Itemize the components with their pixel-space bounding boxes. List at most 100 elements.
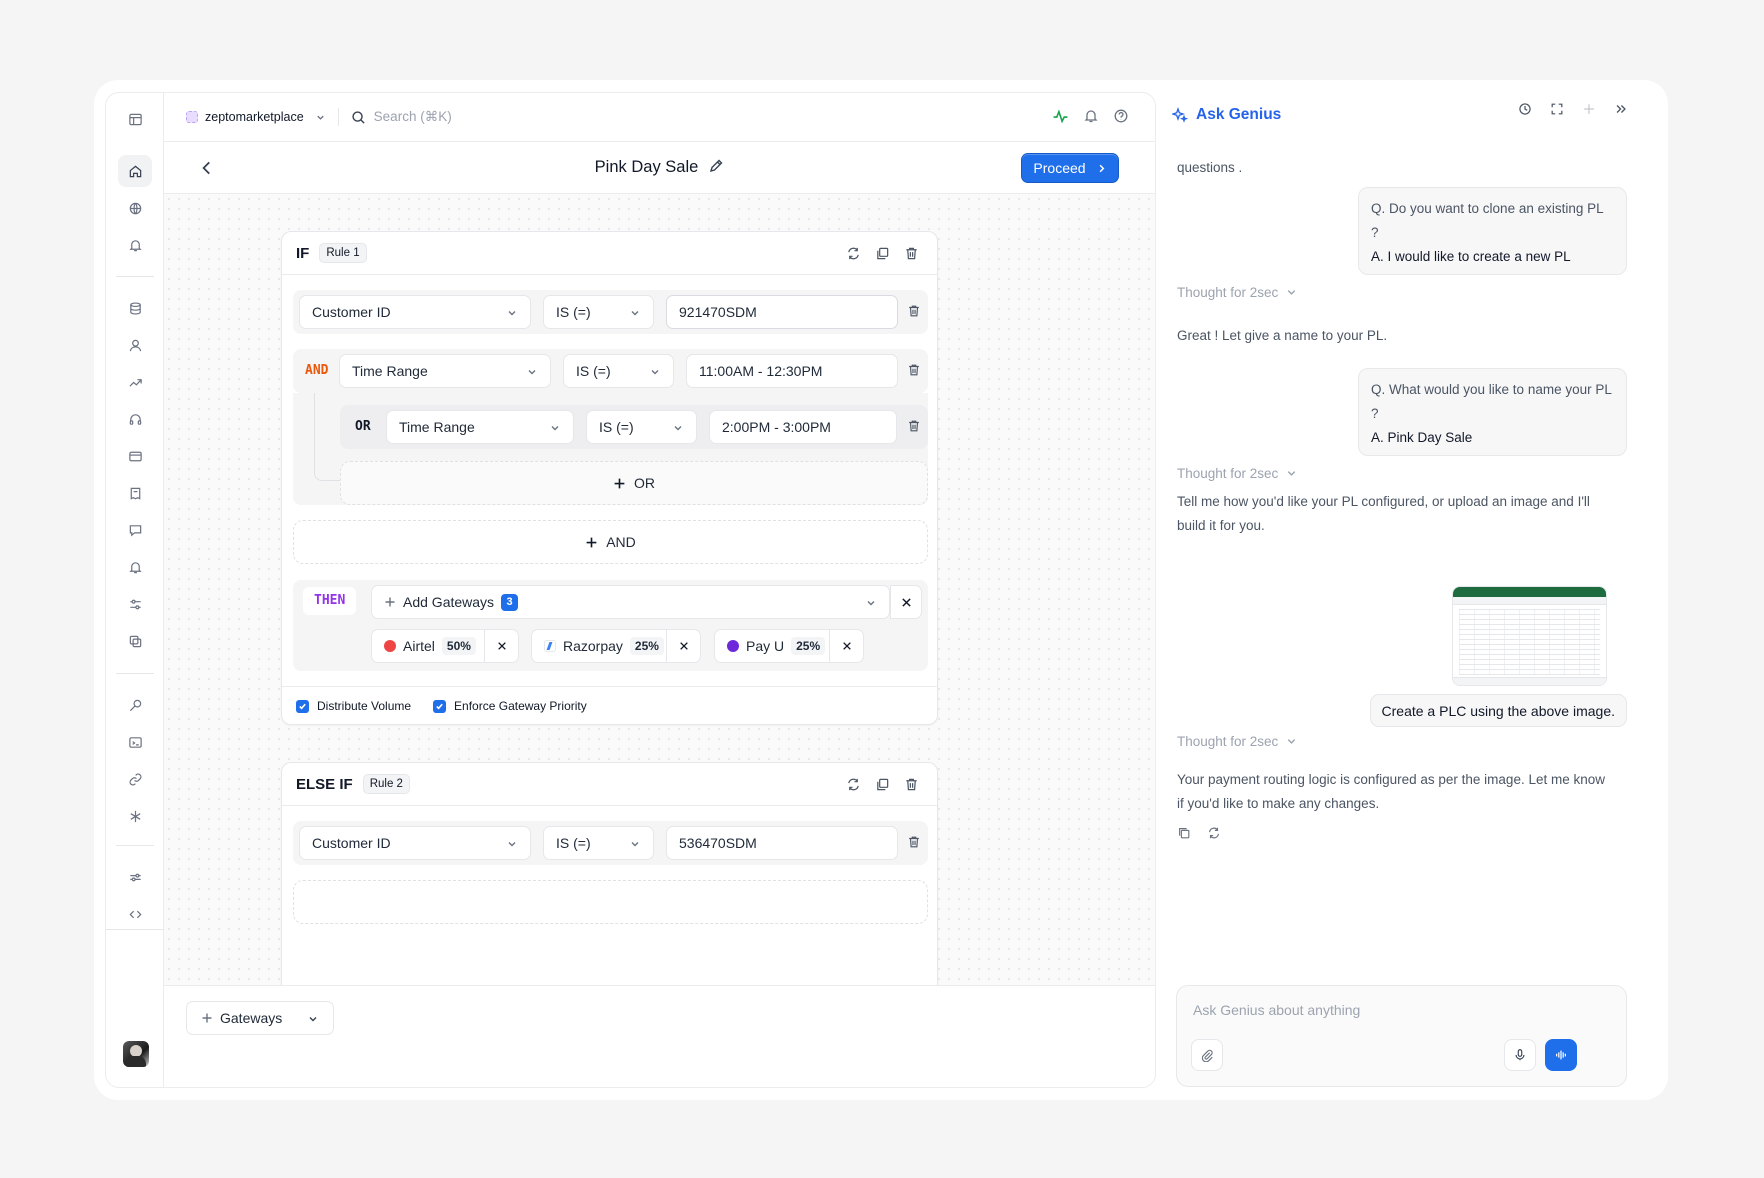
value-input[interactable]: 11:00AM - 12:30PM bbox=[686, 354, 898, 388]
ask-genius-panel: Ask Genius questions . Q. Do you want to… bbox=[1156, 80, 1668, 1100]
proceed-button[interactable]: Proceed bbox=[1021, 153, 1119, 183]
sliders-icon[interactable] bbox=[118, 588, 152, 620]
divider bbox=[337, 108, 339, 126]
regenerate-icon[interactable] bbox=[1207, 826, 1221, 840]
bell-icon[interactable] bbox=[118, 229, 152, 261]
value-text: 921470SDM bbox=[679, 304, 757, 320]
or-condition-row: OR Time Range IS (=) 2:00PM - 3:00PM bbox=[340, 405, 928, 449]
chevron-down-icon bbox=[1286, 736, 1297, 747]
message-line: build it for you. bbox=[1177, 518, 1265, 533]
edit-pencil-icon[interactable] bbox=[708, 158, 724, 174]
key-search-icon[interactable] bbox=[118, 689, 152, 721]
swap-icon[interactable] bbox=[846, 246, 861, 261]
genius-input[interactable]: Ask Genius about anything bbox=[1193, 1002, 1360, 1018]
help-icon[interactable] bbox=[1113, 108, 1129, 124]
enforce-priority-checkbox[interactable]: Enforce Gateway Priority bbox=[433, 699, 587, 713]
value-input[interactable]: 536470SDM bbox=[666, 826, 898, 860]
settings-toggle-icon[interactable] bbox=[118, 861, 152, 893]
thought-toggle[interactable]: Thought for 2sec bbox=[1177, 734, 1297, 749]
history-icon[interactable] bbox=[1518, 102, 1532, 116]
workspace-switcher[interactable]: zeptomarketplace bbox=[186, 110, 326, 124]
qa-summary-card: Q. What would you like to name your PL ?… bbox=[1358, 368, 1627, 456]
add-or-button[interactable]: OR bbox=[340, 461, 928, 505]
field-select[interactable]: Customer ID bbox=[299, 826, 531, 860]
new-chat-plus-icon[interactable] bbox=[1582, 102, 1596, 116]
home-icon[interactable] bbox=[118, 155, 152, 187]
thought-toggle[interactable]: Thought for 2sec bbox=[1177, 285, 1297, 300]
value-input[interactable]: 2:00PM - 3:00PM bbox=[709, 410, 897, 444]
field-select[interactable]: Time Range bbox=[339, 354, 551, 388]
delete-icon[interactable] bbox=[904, 246, 919, 261]
gateway-chip-razorpay[interactable]: Razorpay 25% bbox=[531, 629, 701, 663]
razorpay-logo-icon bbox=[544, 640, 556, 652]
database-icon[interactable] bbox=[118, 292, 152, 324]
bell-icon[interactable] bbox=[1083, 108, 1099, 124]
operator-select[interactable]: IS (=) bbox=[543, 826, 654, 860]
user-icon[interactable] bbox=[118, 329, 152, 361]
globe-icon[interactable] bbox=[118, 192, 152, 224]
sidebar-divider bbox=[116, 673, 154, 674]
close-icon bbox=[901, 597, 912, 608]
top-bar: zeptomarketplace Search (⌘K) bbox=[164, 93, 1155, 142]
terminal-icon[interactable] bbox=[118, 726, 152, 758]
field-select[interactable]: Time Range bbox=[386, 410, 574, 444]
trend-icon[interactable] bbox=[118, 366, 152, 398]
value-input[interactable]: 921470SDM bbox=[666, 295, 898, 329]
operator-select[interactable]: IS (=) bbox=[543, 295, 654, 329]
gateway-chip-airtel[interactable]: Airtel 50% bbox=[371, 629, 519, 663]
code-icon[interactable] bbox=[118, 898, 152, 930]
gateways-dropdown-button[interactable]: Gateways bbox=[186, 1001, 334, 1035]
microphone-button[interactable] bbox=[1504, 1039, 1536, 1071]
attach-button[interactable] bbox=[1191, 1039, 1223, 1071]
divider bbox=[282, 686, 937, 687]
duplicate-icon[interactable] bbox=[875, 246, 890, 261]
chat-icon[interactable] bbox=[118, 514, 152, 546]
delete-condition-icon[interactable] bbox=[907, 835, 921, 850]
avatar[interactable] bbox=[123, 1041, 149, 1067]
checkbox-label: Enforce Gateway Priority bbox=[454, 699, 587, 713]
remove-gateway-button[interactable] bbox=[666, 630, 700, 662]
layout-icon[interactable] bbox=[118, 103, 152, 135]
activity-icon[interactable] bbox=[1052, 108, 1069, 125]
spreadsheet-grid bbox=[1459, 609, 1600, 675]
notification-icon[interactable] bbox=[118, 551, 152, 583]
add-gateways-select[interactable]: Add Gateways 3 bbox=[371, 585, 890, 619]
search-input[interactable]: Search (⌘K) bbox=[351, 109, 452, 125]
chevron-down-icon bbox=[629, 306, 641, 318]
collapse-panel-icon[interactable] bbox=[1614, 102, 1628, 116]
delete-condition-icon[interactable] bbox=[907, 363, 921, 378]
swap-icon[interactable] bbox=[846, 777, 861, 792]
clear-gateways-button[interactable] bbox=[890, 585, 922, 619]
checkbox-label: Distribute Volume bbox=[317, 699, 412, 713]
delete-condition-icon[interactable] bbox=[907, 419, 921, 434]
copy-stack-icon[interactable] bbox=[118, 625, 152, 657]
gateway-chip-payu[interactable]: Pay U 25% bbox=[714, 629, 864, 663]
add-condition-placeholder[interactable] bbox=[293, 880, 928, 924]
expand-icon[interactable] bbox=[1550, 102, 1564, 116]
close-icon bbox=[679, 641, 689, 651]
and-condition-row: AND Time Range IS (=) 11:00AM - 12:30PM bbox=[293, 349, 928, 393]
receipt-icon[interactable] bbox=[118, 477, 152, 509]
delete-condition-icon[interactable] bbox=[907, 304, 921, 319]
genius-composer: Ask Genius about anything bbox=[1176, 985, 1627, 1087]
link-icon[interactable] bbox=[118, 763, 152, 795]
delete-icon[interactable] bbox=[904, 777, 919, 792]
copy-icon[interactable] bbox=[1177, 826, 1191, 840]
rule-card-header: ELSE IF Rule 2 bbox=[282, 763, 937, 806]
field-select[interactable]: Customer ID bbox=[299, 295, 531, 329]
headset-icon[interactable] bbox=[118, 403, 152, 435]
remove-gateway-button[interactable] bbox=[484, 630, 518, 662]
duplicate-icon[interactable] bbox=[875, 777, 890, 792]
operator-select[interactable]: IS (=) bbox=[563, 354, 674, 388]
rule-card-2: ELSE IF Rule 2 Customer ID IS (=) 536470… bbox=[281, 762, 938, 985]
message-actions bbox=[1177, 826, 1221, 840]
add-and-button[interactable]: AND bbox=[293, 520, 928, 564]
card-icon[interactable] bbox=[118, 440, 152, 472]
operator-select[interactable]: IS (=) bbox=[586, 410, 697, 444]
voice-send-button[interactable] bbox=[1545, 1039, 1577, 1071]
uploaded-spreadsheet-image[interactable] bbox=[1452, 586, 1607, 686]
sparkle-icon[interactable] bbox=[118, 800, 152, 832]
remove-gateway-button[interactable] bbox=[829, 630, 863, 662]
distribute-volume-checkbox[interactable]: Distribute Volume bbox=[296, 699, 411, 713]
thought-toggle[interactable]: Thought for 2sec bbox=[1177, 466, 1297, 481]
